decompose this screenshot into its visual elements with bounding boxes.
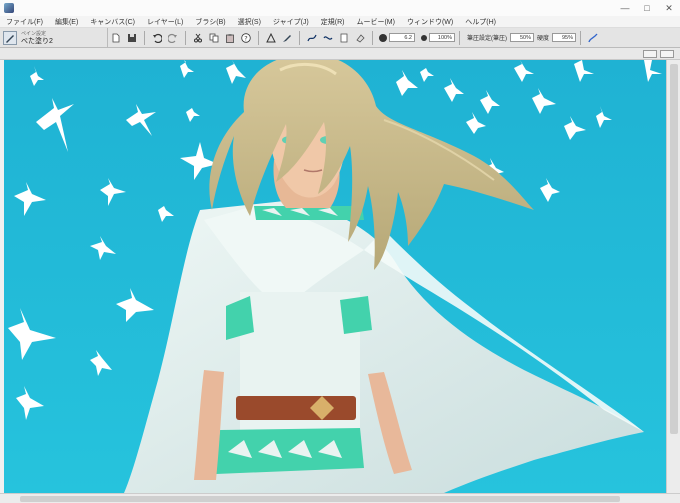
menu-brush[interactable]: ブラシ(B) <box>189 17 231 27</box>
brush-selector[interactable]: ペイン設定 べた塗り2 <box>0 28 108 47</box>
menu-jump[interactable]: ジャイプ(J) <box>267 17 315 27</box>
brush-settings-icon <box>588 33 598 42</box>
view-split-button[interactable] <box>660 49 674 58</box>
cut-button[interactable] <box>191 31 205 45</box>
eraser-icon <box>356 33 365 43</box>
undo-icon <box>153 33 162 43</box>
pen-tool-button[interactable] <box>280 31 294 45</box>
density-field[interactable]: 95% <box>552 33 577 42</box>
new-file-icon <box>112 33 120 42</box>
brush-name: べた塗り2 <box>21 37 53 45</box>
stroke-icon <box>307 34 317 41</box>
redo-icon <box>168 33 177 43</box>
maximize-button[interactable]: □ <box>636 0 658 16</box>
redo-button[interactable] <box>166 31 180 45</box>
menu-ruler[interactable]: 定規(R) <box>315 17 351 27</box>
stroke-tool-button[interactable] <box>305 31 319 45</box>
close-button[interactable]: ✕ <box>658 0 680 16</box>
toolbar-divider <box>372 30 373 45</box>
app-icon <box>4 3 14 13</box>
menu-help[interactable]: ヘルプ(H) <box>459 17 502 27</box>
stroke-alt-icon <box>323 35 333 40</box>
menu-canvas[interactable]: キャンバス(C) <box>84 17 141 27</box>
belt <box>236 396 356 420</box>
menu-layer[interactable]: レイヤー(L) <box>141 17 189 27</box>
cut-icon <box>194 33 202 42</box>
select-transform-button[interactable] <box>264 31 278 45</box>
toolbar-divider <box>459 30 460 45</box>
copy-button[interactable] <box>207 31 221 45</box>
menu-bar: ファイル(F) 編集(E) キャンバス(C) レイヤー(L) ブラシ(B) 選択… <box>0 16 680 28</box>
svg-text:?: ? <box>244 34 247 42</box>
toolbar-divider <box>299 30 300 45</box>
toolbar-divider <box>185 30 186 45</box>
new-file-button[interactable] <box>109 31 123 45</box>
stabilizer-label: 筆圧設定(筆圧) <box>467 36 507 42</box>
transform-icon <box>266 32 276 42</box>
help-icon: ? <box>241 32 251 43</box>
vertical-scroll-thumb[interactable] <box>670 64 678 434</box>
title-bar: — □ ✕ <box>0 0 680 16</box>
minimize-button[interactable]: — <box>614 0 636 16</box>
brush-option-button[interactable] <box>337 31 351 45</box>
menu-select[interactable]: 選択(S) <box>232 17 267 27</box>
toolbar-divider <box>580 30 582 45</box>
toolbar-divider <box>258 30 259 45</box>
menu-movie[interactable]: ムービー(M) <box>350 17 401 27</box>
paste-button[interactable] <box>223 31 237 45</box>
toolbar-divider <box>144 30 145 45</box>
opacity-dot-icon <box>421 34 427 41</box>
brush-size-field[interactable]: 6.2 <box>389 33 415 42</box>
toolbar: ペイン設定 べた塗り2 ? 6.2 100% 筆圧設定(筆圧) 50% 硬度 9… <box>0 28 680 48</box>
save-icon <box>128 33 136 42</box>
document-tab-bar <box>0 48 680 60</box>
brush-option-icon <box>340 33 348 42</box>
view-mode-button[interactable] <box>643 49 657 58</box>
stroke-alt-button[interactable] <box>321 31 335 45</box>
eraser-button[interactable] <box>353 31 367 45</box>
horizontal-scrollbar[interactable] <box>0 493 680 503</box>
help-button[interactable]: ? <box>239 31 253 45</box>
paste-icon <box>226 33 234 43</box>
artwork <box>4 60 666 493</box>
menu-window[interactable]: ウィンドウ(W) <box>401 17 459 27</box>
menu-file[interactable]: ファイル(F) <box>0 17 49 27</box>
copy-icon <box>209 33 219 42</box>
vertical-scrollbar[interactable] <box>666 60 680 493</box>
brush-category: ペイン設定 <box>21 30 47 37</box>
undo-button[interactable] <box>150 31 164 45</box>
horizontal-scroll-thumb[interactable] <box>20 496 620 502</box>
pen-icon <box>283 34 291 42</box>
density-label: 硬度 <box>537 36 550 42</box>
drawing-canvas[interactable] <box>4 60 666 493</box>
brush-settings-button[interactable] <box>586 31 600 45</box>
brush-size-dot-icon <box>379 33 387 42</box>
save-button[interactable] <box>125 31 139 45</box>
opacity-field[interactable]: 100% <box>429 33 455 42</box>
menu-edit[interactable]: 編集(E) <box>49 17 84 27</box>
stabilizer-field[interactable]: 50% <box>510 33 534 42</box>
brush-icon <box>3 30 17 45</box>
